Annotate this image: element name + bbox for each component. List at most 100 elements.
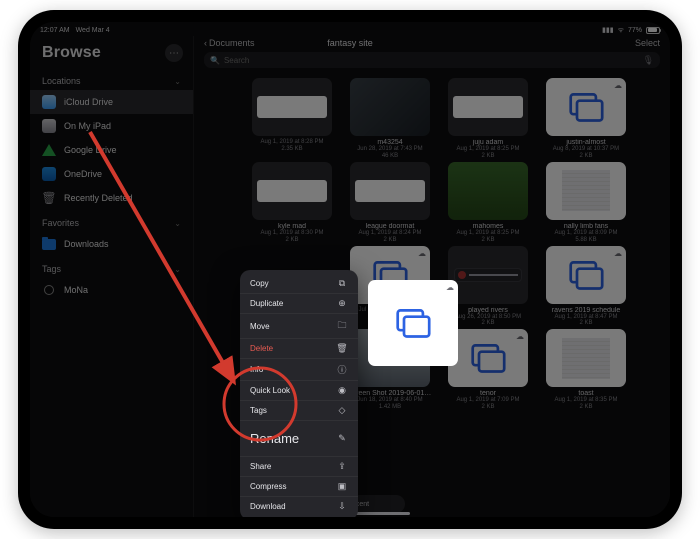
sidebar-item-label: MoNa (64, 285, 88, 295)
share-icon: ⇪ (336, 461, 348, 472)
file-tile[interactable]: kyle madAug 1, 2019 at 8:30 PM2 KB (248, 162, 336, 244)
section-favorites-label: Favorites (42, 218, 79, 228)
signal-icon: ▮▮▮ (602, 26, 614, 34)
sidebar-item-downloads[interactable]: Downloads (30, 232, 193, 256)
search-input[interactable] (224, 56, 639, 65)
section-tags-label: Tags (42, 264, 61, 274)
back-button[interactable]: ‹ Documents (204, 38, 255, 48)
file-meta: Aug 1, 2019 at 8:47 PM2 KB (554, 314, 617, 328)
sidebar-item-gdrive[interactable]: Google Drive (30, 138, 193, 162)
file-meta: Aug 1, 2019 at 7:09 PM2 KB (456, 397, 519, 411)
file-name: toast (544, 390, 628, 397)
section-tags[interactable]: Tags ⌄ (30, 256, 193, 278)
tags-icon: ◇ (336, 405, 348, 416)
file-name: juju adam (446, 139, 530, 146)
file-tile[interactable]: mahomesAug 1, 2019 at 8:25 PM2 KB (444, 162, 532, 244)
menu-item-duplicate[interactable]: Duplicate⊕ (240, 293, 358, 313)
file-meta: Aug 1, 2019 at 8:28 PM2.35 KB (260, 139, 323, 153)
ipad-icon (42, 119, 56, 133)
chevron-down-icon: ⌄ (174, 77, 181, 86)
menu-item-label: Info (250, 365, 263, 374)
screen: 12:07 AM Wed Mar 4 ▮▮▮ ᯤ 77% Browse ⋯ Lo… (30, 22, 670, 517)
sidebar-item-label: Google Drive (64, 145, 117, 155)
file-name: ravens 2019 schedule (544, 307, 628, 314)
menu-item-label: Quick Look (250, 386, 290, 395)
sidebar-item-tag-mona[interactable]: MoNa (30, 278, 193, 302)
menu-item-move[interactable]: Move 🗀 (240, 313, 358, 338)
sidebar-item-icloud[interactable]: iCloud Drive (30, 90, 193, 114)
back-label: Documents (209, 38, 255, 48)
menu-item-compress[interactable]: Compress▣ (240, 476, 358, 496)
file-name: nally limb fans (544, 223, 628, 230)
menu-item-label: Copy (250, 279, 269, 288)
menu-item-label: Delete (250, 344, 273, 353)
sidebar-item-onedrive[interactable]: OneDrive (30, 162, 193, 186)
file-tile[interactable]: juju adamAug 1, 2019 at 8:25 PM2 KB (444, 78, 532, 160)
file-tile[interactable]: league doormatAug 1, 2019 at 8:24 PM2 KB (346, 162, 434, 244)
file-tile[interactable]: toastAug 1, 2019 at 8:35 PM2 KB (542, 329, 630, 411)
chevron-left-icon: ‹ (204, 38, 207, 48)
copy-icon: ⧉ (336, 278, 348, 289)
sidebar-title: Browse (42, 44, 101, 62)
menu-item-label: Tags (250, 406, 267, 415)
menu-item-delete[interactable]: Delete🗑 (240, 338, 358, 358)
menu-item-label: Share (250, 462, 271, 471)
sidebar-item-recentlydeleted[interactable]: 🗑 Recently Deleted (30, 186, 193, 210)
battery-pct: 77% (628, 27, 642, 34)
move-icon: 🗀 (336, 318, 348, 334)
onedrive-icon (42, 167, 56, 181)
cloud-status-icon: ☁︎ (446, 283, 454, 292)
cloud-icon (42, 95, 56, 109)
duplicate-icon: ⊕ (336, 298, 348, 309)
select-button[interactable]: Select (635, 38, 660, 48)
status-bar: 12:07 AM Wed Mar 4 ▮▮▮ ᯤ 77% (30, 22, 670, 36)
gdrive-icon (42, 144, 56, 156)
sidebar: Browse ⋯ Locations ⌄ iCloud Drive On My … (30, 36, 194, 517)
file-tile[interactable]: ☁︎justin-almostAug 8, 2019 at 10:37 PM2 … (542, 78, 630, 160)
sidebar-item-label: On My iPad (64, 121, 111, 131)
ipad-frame: 12:07 AM Wed Mar 4 ▮▮▮ ᯤ 77% Browse ⋯ Lo… (18, 10, 682, 529)
menu-item-share[interactable]: Share ⇪ (240, 456, 358, 476)
status-date: Wed Mar 4 (76, 27, 110, 34)
file-name: mahomes (446, 223, 530, 230)
sidebar-more-button[interactable]: ⋯ (165, 44, 183, 62)
file-tile[interactable]: Aug 1, 2019 at 8:28 PM2.35 KB (248, 78, 336, 160)
selected-file-preview[interactable]: ☁︎ (368, 280, 458, 366)
menu-item-copy[interactable]: Copy ⧉ (240, 274, 358, 293)
menu-item-label: Move (250, 322, 270, 331)
menu-item-label: Rename (250, 431, 299, 446)
folder-title: fantasy site (327, 38, 373, 48)
sidebar-item-label: iCloud Drive (64, 97, 113, 107)
section-locations[interactable]: Locations ⌄ (30, 68, 193, 90)
file-meta: Aug 1, 2019 at 8:24 PM2 KB (358, 230, 421, 244)
sidebar-item-label: Recently Deleted (64, 193, 133, 203)
file-meta: Aug 1, 2019 at 8:25 PM2 KB (456, 230, 519, 244)
sidebar-item-onmyipad[interactable]: On My iPad (30, 114, 193, 138)
menu-item-info[interactable]: Info ⓘ (240, 358, 358, 380)
folder-icon (42, 239, 56, 250)
file-meta: Jun 28, 2019 at 7:43 PM46 KB (357, 146, 422, 160)
mic-icon[interactable]: 🎙 (643, 55, 654, 66)
file-meta: Aug 1, 2019 at 8:30 PM2 KB (260, 230, 323, 244)
section-locations-label: Locations (42, 76, 81, 86)
file-tile[interactable]: nally limb fansAug 1, 2019 at 8:09 PM5.8… (542, 162, 630, 244)
search-field[interactable]: 🔍 🎙 (204, 52, 660, 68)
menu-item-download[interactable]: Download⇩ (240, 496, 358, 516)
section-favorites[interactable]: Favorites ⌄ (30, 210, 193, 232)
menu-item-label: Download (250, 502, 286, 511)
file-name: justin-almost (544, 139, 628, 146)
file-name: m43254 (348, 139, 432, 146)
menu-item-quicklook[interactable]: Quick Look ◉ (240, 380, 358, 400)
file-tile[interactable]: m43254Jun 28, 2019 at 7:43 PM46 KB (346, 78, 434, 160)
file-meta: Aug 1, 2019 at 8:09 PM5.88 KB (554, 230, 617, 244)
file-tile[interactable]: ☁︎ravens 2019 scheduleAug 1, 2019 at 8:4… (542, 246, 630, 328)
menu-item-tags[interactable]: Tags ◇ (240, 400, 358, 420)
webloc-icon (395, 305, 431, 341)
file-name: kyle mad (250, 223, 334, 230)
info-icon: ⓘ (336, 363, 348, 376)
file-name: league doormat (348, 223, 432, 230)
rename-icon: ✎ (336, 433, 348, 444)
tag-circle-icon (44, 285, 54, 295)
menu-item-rename[interactable]: Rename ✎ (240, 420, 358, 456)
quicklook-icon: ◉ (336, 385, 348, 396)
